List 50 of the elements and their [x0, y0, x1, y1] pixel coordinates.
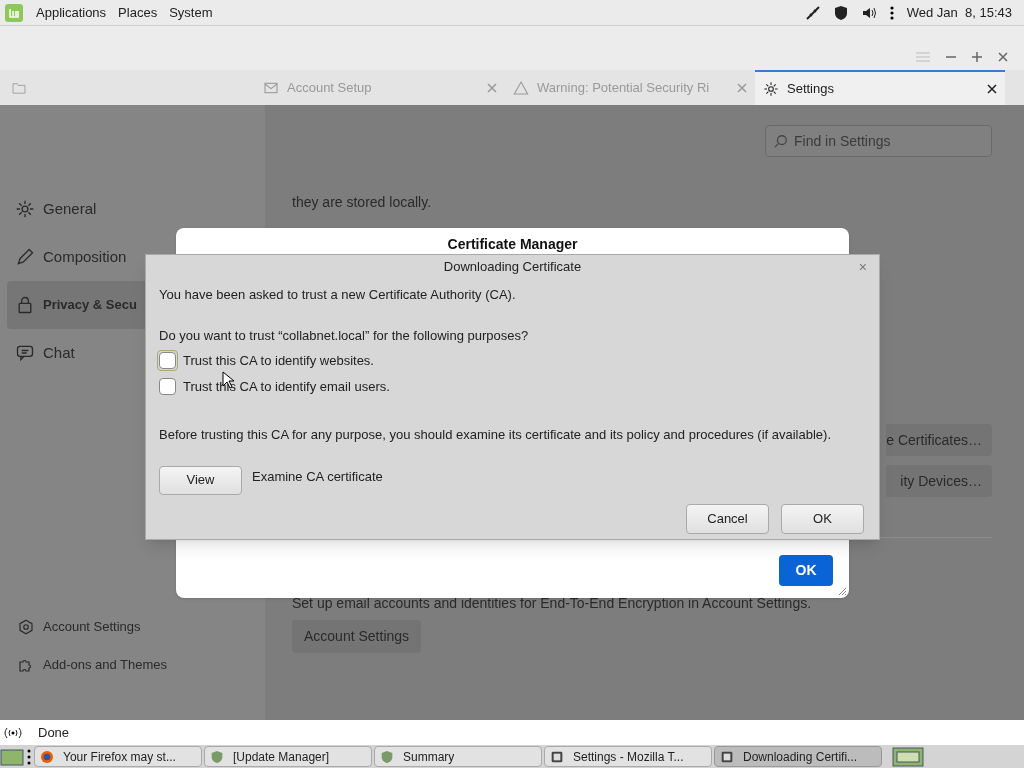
taskbar-item[interactable]: Summary	[374, 746, 542, 767]
pencil-icon	[15, 247, 35, 267]
close-icon[interactable]	[987, 83, 997, 94]
taskbar-item[interactable]: Downloading Certifi...	[714, 746, 882, 767]
warning-icon	[513, 79, 529, 96]
broadcast-icon	[4, 725, 22, 740]
chat-icon	[15, 343, 35, 363]
gear-icon	[763, 80, 779, 97]
ok-button[interactable]: OK	[779, 555, 833, 586]
status-text: Done	[38, 723, 70, 742]
shield-icon	[379, 748, 395, 765]
taskbar-item[interactable]: [Update Manager]	[204, 746, 372, 767]
gear-icon	[15, 199, 35, 219]
taskbar-item[interactable]: Settings - Mozilla T...	[544, 746, 712, 767]
search-field[interactable]: Find in Settings	[765, 125, 992, 157]
sidebar-item[interactable]: Composition	[7, 233, 265, 281]
dialog-button[interactable]: OK	[781, 503, 864, 534]
dialog-title: Certificate Manager	[446, 236, 579, 252]
description-text: Set up email accounts and identities for End-To-End Encryption in Account Settings.	[292, 594, 813, 613]
maximize-icon[interactable]	[972, 52, 982, 62]
search-icon	[774, 134, 788, 148]
resize-grip-icon	[837, 586, 847, 596]
show-desktop-icon[interactable]	[0, 746, 24, 767]
hexagon-icon	[17, 618, 35, 636]
dialog-title: Downloading Certificate	[443, 258, 582, 277]
taskbar-item[interactable]: Your Firefox may st...	[34, 746, 202, 767]
sidebar-item[interactable]: General	[7, 185, 265, 233]
description-text: they are stored locally.	[292, 193, 433, 212]
folder-icon[interactable]	[12, 81, 26, 94]
clock[interactable]: Wed Jan 8, 15:43	[906, 2, 1012, 23]
dialog-text: Before trusting this CA for any purpose, you should examine its certificate and its policy and procedures (if available).	[159, 426, 832, 444]
grip-icon	[26, 747, 32, 766]
view-label: Examine CA certificate	[252, 468, 383, 487]
checkbox[interactable]	[159, 377, 176, 395]
sidebar-link[interactable]: Account Settings	[7, 608, 265, 646]
sidebar-link[interactable]: Add-ons and Themes	[7, 646, 265, 684]
dialog-button[interactable]: Cancel	[686, 503, 769, 534]
view-button[interactable]: View	[159, 465, 242, 495]
panel-menu[interactable]: Places	[118, 2, 158, 23]
tab[interactable]: Settings	[755, 70, 1005, 105]
shield-icon	[209, 748, 225, 765]
dialog-text: Do you want to trust “collabnet.local” for the following purposes?	[159, 326, 530, 345]
panel-menu[interactable]: Applications	[36, 2, 107, 23]
browser-icon	[39, 748, 55, 765]
panel-menu[interactable]: System	[169, 2, 213, 23]
kebab-icon[interactable]	[888, 4, 895, 21]
workspace-icon[interactable]	[892, 746, 924, 767]
dialog-text: You have been asked to trust a new Certificate Authority (CA).	[159, 286, 517, 304]
shield-icon[interactable]	[832, 4, 849, 21]
checkbox-label[interactable]: Trust this CA to identify websites.	[183, 351, 374, 371]
